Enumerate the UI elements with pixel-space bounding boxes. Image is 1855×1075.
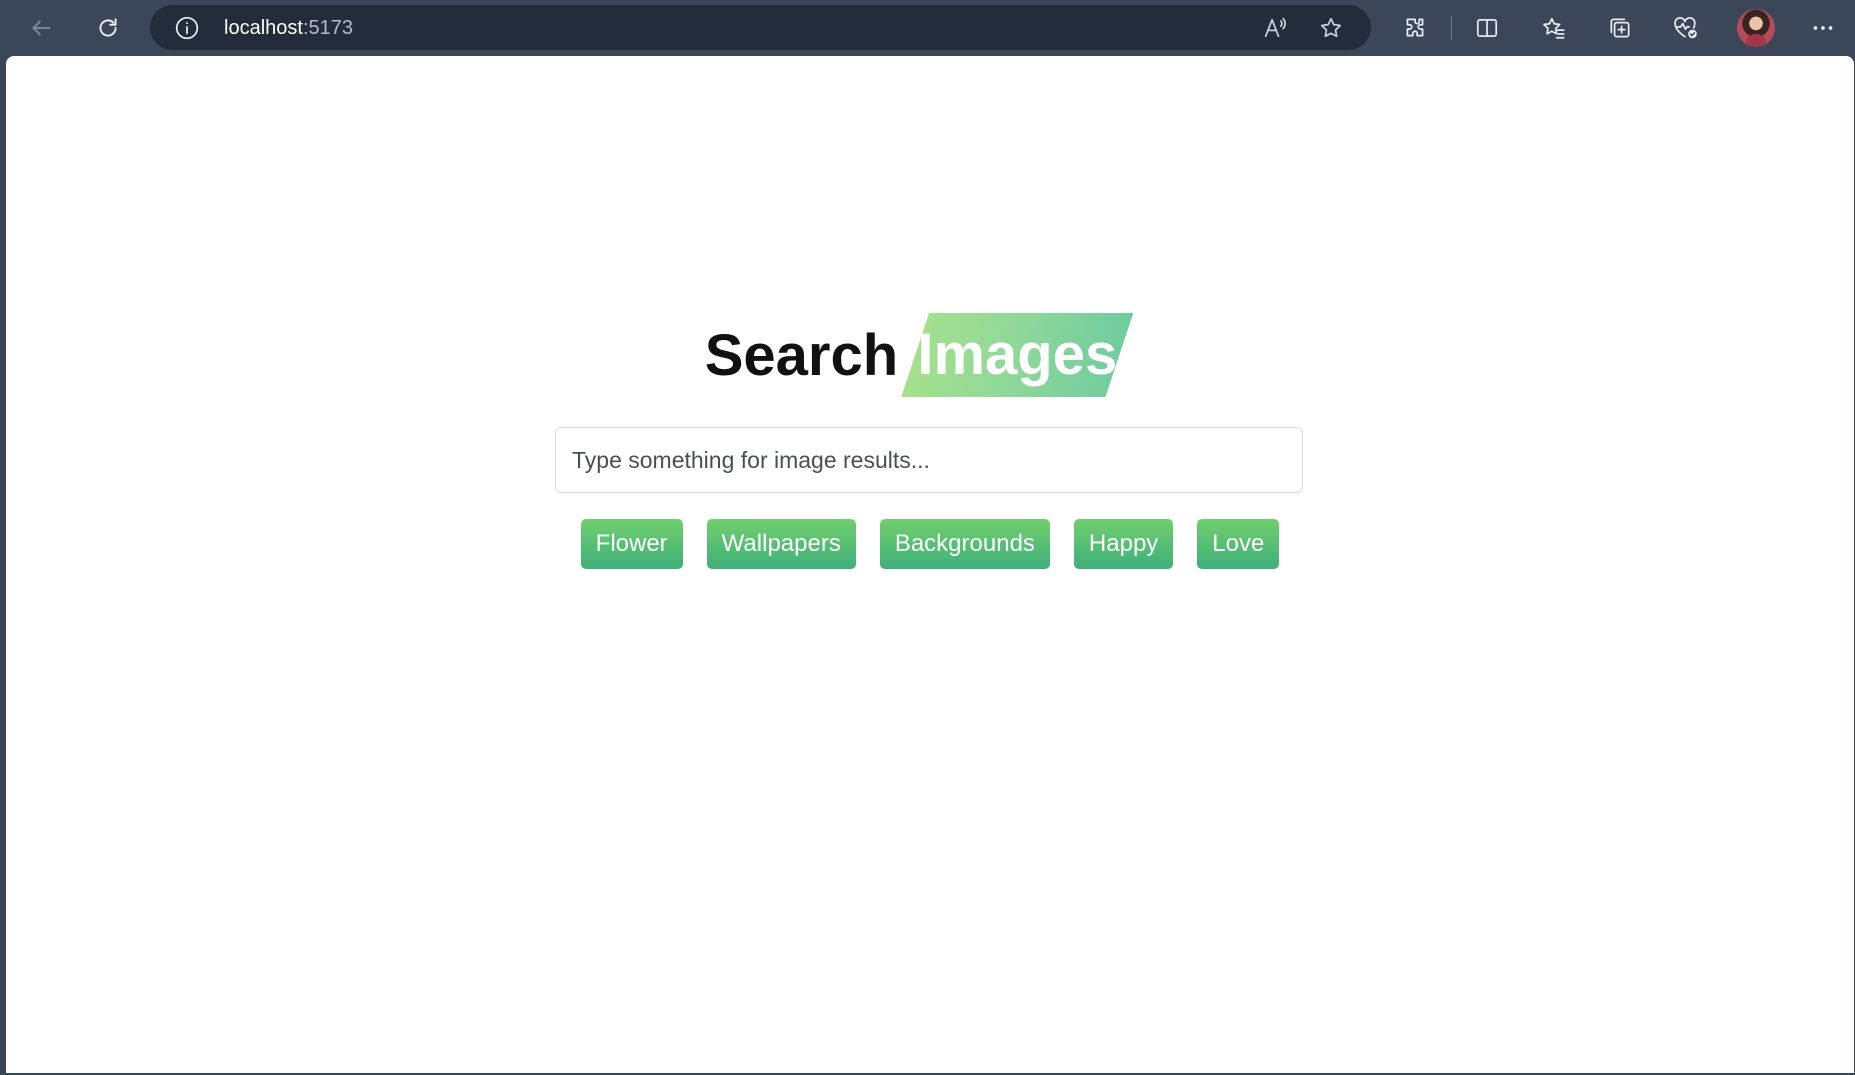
page-viewport: Search Images Flower Wallpapers Backgrou…: [6, 56, 1854, 1073]
tag-button-happy[interactable]: Happy: [1073, 519, 1174, 569]
profile-avatar[interactable]: [1737, 9, 1775, 47]
tag-button-love[interactable]: Love: [1197, 519, 1280, 569]
url-host: localhost: [224, 17, 303, 39]
extensions-icon[interactable]: [1395, 8, 1435, 48]
quick-tags: Flower Wallpapers Backgrounds Happy Love: [6, 519, 1854, 569]
collections-icon[interactable]: [1600, 8, 1640, 48]
favorite-star-icon[interactable]: [1316, 13, 1346, 43]
search-input[interactable]: [556, 428, 1302, 492]
split-screen-icon[interactable]: [1467, 8, 1507, 48]
read-aloud-icon[interactable]: [1260, 13, 1290, 43]
back-icon[interactable]: [21, 8, 61, 48]
browser-essentials-icon[interactable]: [1666, 8, 1706, 48]
toolbar-divider: [1451, 16, 1452, 40]
title-images-text: Images: [917, 322, 1118, 387]
address-bar[interactable]: localhost:5173: [150, 5, 1371, 50]
title-search-text: Search: [704, 322, 899, 388]
site-info-icon[interactable]: [174, 15, 200, 41]
tag-button-wallpapers[interactable]: Wallpapers: [706, 519, 856, 569]
favorites-icon[interactable]: [1534, 8, 1574, 48]
refresh-icon[interactable]: [88, 8, 128, 48]
tag-button-flower[interactable]: Flower: [580, 519, 683, 569]
browser-toolbar: localhost:5173: [0, 0, 1855, 56]
url-port: :5173: [302, 17, 353, 39]
browser-window: localhost:5173 Search Images Type someth…: [0, 0, 1855, 1075]
address-url[interactable]: localhost:5173: [224, 17, 353, 40]
page-title: Search Images: [6, 313, 1854, 397]
title-images-badge: Images: [901, 313, 1134, 397]
more-icon[interactable]: [1803, 8, 1843, 48]
search-box[interactable]: [555, 427, 1303, 493]
tag-button-backgrounds[interactable]: Backgrounds: [879, 519, 1050, 569]
